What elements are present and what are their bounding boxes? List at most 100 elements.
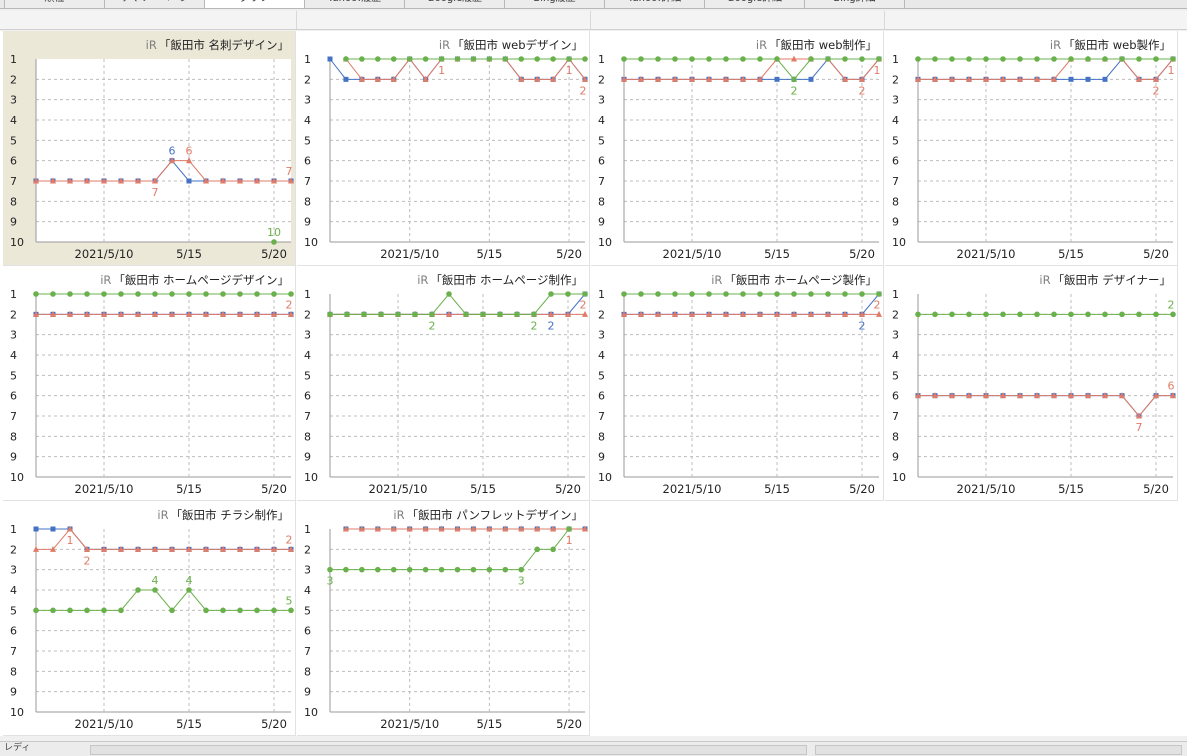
rank-chart[interactable]: iR 「飯田市 ホームページ製作」 1 2 3 4 5 6 7 8 9 10 2021/5/10 5/15… xyxy=(591,266,884,501)
data-point-circle xyxy=(33,291,39,297)
y-tick-label: 2 xyxy=(598,73,605,86)
y-tick-label: 6 xyxy=(892,155,899,168)
y-tick-label: 1 xyxy=(304,288,311,301)
data-point-circle xyxy=(288,291,294,297)
sheet-tab[interactable]: Yahoo!履歴 xyxy=(304,0,405,8)
x-tick-label: 5/20 xyxy=(1143,482,1169,496)
y-tick-label: 9 xyxy=(892,216,899,229)
data-point-circle xyxy=(932,56,938,62)
rank-chart[interactable]: iR 「飯田市 名刺デザイン」 1 2 3 4 5 6 7 8 9 10 2021/5/10 5/15 5/… xyxy=(3,31,296,266)
rank-chart[interactable]: iR 「飯田市 パンフレットデザイン」 1 2 3 4 5 6 7 8 9 10 2021/5/10 5/… xyxy=(297,501,590,736)
data-point-circle xyxy=(983,56,989,62)
data-label: 6 xyxy=(1168,380,1175,393)
sheet-tab[interactable]: Yahoo!詳細 xyxy=(604,0,705,8)
y-tick-label: 9 xyxy=(598,451,605,464)
sheet-tab[interactable]: グラフ xyxy=(204,0,305,8)
data-label: 1 xyxy=(1168,64,1175,77)
y-tick-label: 9 xyxy=(10,216,17,229)
y-tick-label: 8 xyxy=(892,430,899,443)
y-tick-label: 6 xyxy=(304,390,311,403)
header-cell xyxy=(590,11,885,29)
sheet-tab[interactable]: Bing詳細 xyxy=(804,0,905,8)
data-point-circle xyxy=(237,607,243,614)
y-tick-label: 2 xyxy=(304,308,311,321)
chart-svg: 123456789102021/5/10 5/15 5/20124 425 xyxy=(10,523,294,731)
sheet-tab[interactable]: Google詳細 xyxy=(704,0,805,8)
data-point-circle xyxy=(1153,311,1159,318)
data-label: 2 xyxy=(1153,84,1160,97)
data-point-square xyxy=(1085,76,1091,82)
y-tick-label: 8 xyxy=(598,430,605,443)
data-point-circle xyxy=(1000,311,1006,318)
y-tick-label: 3 xyxy=(304,329,311,342)
chart-svg: 1 2 3 4 5 6 7 8 9 10 2021/5/10 5/15 5/20 2 xyxy=(10,288,294,496)
rank-chart[interactable]: iR 「飯田市 デザイナー」 1 2 3 4 5 6 7 8 9 10 2021/5/10 5/15 5/2… xyxy=(885,266,1178,501)
sheet-tab[interactable]: Google履歴 xyxy=(404,0,505,8)
y-tick-label: 1 xyxy=(892,288,899,301)
y-tick-label: 5 xyxy=(598,369,605,382)
y-tick-label: 8 xyxy=(10,195,17,208)
data-point-circle xyxy=(84,291,90,297)
data-label: 2 xyxy=(286,533,293,546)
sheet-tab[interactable]: 順位 xyxy=(4,0,105,8)
x-tick-label: 5/20 xyxy=(261,247,287,261)
data-point-circle xyxy=(932,311,938,318)
y-tick-label: 1 xyxy=(304,53,311,66)
data-point-circle xyxy=(169,607,175,614)
data-point-circle xyxy=(876,291,882,297)
data-point-circle xyxy=(343,566,349,573)
rank-chart[interactable]: iR 「飯田市 ホームページデザイン」 1 2 3 4 5 6 7 8 9 10 2021/5/10 5/… xyxy=(3,266,296,501)
data-point-circle xyxy=(344,311,350,318)
data-point-circle xyxy=(983,311,989,318)
data-label: 2 xyxy=(531,319,538,332)
y-tick-label: 6 xyxy=(10,625,17,638)
y-tick-label: 8 xyxy=(10,665,17,678)
rank-chart[interactable]: iR 「飯田市 web製作」 1 2 3 4 5 6 7 8 9 10 2021/5/10 5/15 5/2… xyxy=(885,31,1178,266)
data-point-circle xyxy=(548,291,554,297)
data-label: 10 xyxy=(267,226,281,239)
y-tick-label: 2 xyxy=(10,73,17,86)
chart-grid: iR 「飯田市 名刺デザイン」 1 2 3 4 5 6 7 8 9 10 2021/5/10 5/15 5/… xyxy=(0,31,1187,736)
data-point-circle xyxy=(454,566,461,573)
data-point-circle xyxy=(550,546,556,553)
data-point-circle xyxy=(422,56,429,62)
data-point-circle xyxy=(446,291,452,297)
data-label: 2 xyxy=(874,298,881,311)
data-point-circle xyxy=(582,56,588,62)
sheet-tab[interactable]: Bing履歴 xyxy=(504,0,605,8)
x-tick-label: 5/20 xyxy=(849,247,875,261)
chart-svg: 123456789102021/5/10 5/15 5/206 67710 xyxy=(10,53,294,261)
data-point-circle xyxy=(808,291,814,297)
data-point-circle xyxy=(375,56,381,62)
rank-chart[interactable]: iR 「飯田市 チラシ制作」 1 2 3 4 5 6 7 8 9 10 2021/5/10 5/15 5/2… xyxy=(3,501,296,736)
rank-chart[interactable]: iR 「飯田市 webデザイン」 1 2 3 4 5 6 7 8 9 10 2021/5/10 5/15 5… xyxy=(297,31,590,266)
data-point-circle xyxy=(359,566,365,573)
data-point-circle xyxy=(429,311,435,318)
rank-chart[interactable]: iR 「飯田市 ホームページ制作」 1 2 3 4 5 6 7 8 9 10 2021/5/10 5/15… xyxy=(297,266,590,501)
data-point-circle xyxy=(518,56,525,62)
data-point-circle xyxy=(118,607,124,614)
chart-svg: 123456789102021/5/10 5/15 5/201 12 xyxy=(304,53,588,261)
data-point-square xyxy=(33,526,39,532)
y-tick-label: 1 xyxy=(10,288,17,301)
data-point-circle xyxy=(1085,56,1091,62)
x-tick-label: 5/20 xyxy=(261,717,287,731)
data-point-circle xyxy=(915,311,921,318)
y-tick-label: 7 xyxy=(598,175,605,188)
data-label: 7 xyxy=(1136,421,1143,434)
data-point-circle xyxy=(67,291,73,297)
data-point-circle xyxy=(723,291,729,297)
sheet-tab[interactable]: サマリーページ xyxy=(104,0,205,8)
horizontal-scrollbar[interactable] xyxy=(90,745,807,755)
zoom-slider[interactable] xyxy=(815,745,1182,755)
data-label: 1 xyxy=(566,534,573,547)
y-tick-label: 3 xyxy=(304,564,311,577)
chart-svg: 1 2 3 4 5 6 7 8 9 10 2021/5/10 5/15 5/20 3 3 1 xyxy=(304,523,588,731)
y-tick-label: 4 xyxy=(598,114,605,127)
y-tick-label: 10 xyxy=(304,236,318,249)
data-point-circle xyxy=(825,56,831,62)
rank-chart[interactable]: iR 「飯田市 web制作」 1 2 3 4 5 6 7 8 9 10 2021/5/10 5/15 5/2… xyxy=(591,31,884,266)
status-bar: レディ xyxy=(0,741,1187,756)
y-tick-label: 4 xyxy=(892,114,899,127)
y-tick-label: 9 xyxy=(304,216,311,229)
